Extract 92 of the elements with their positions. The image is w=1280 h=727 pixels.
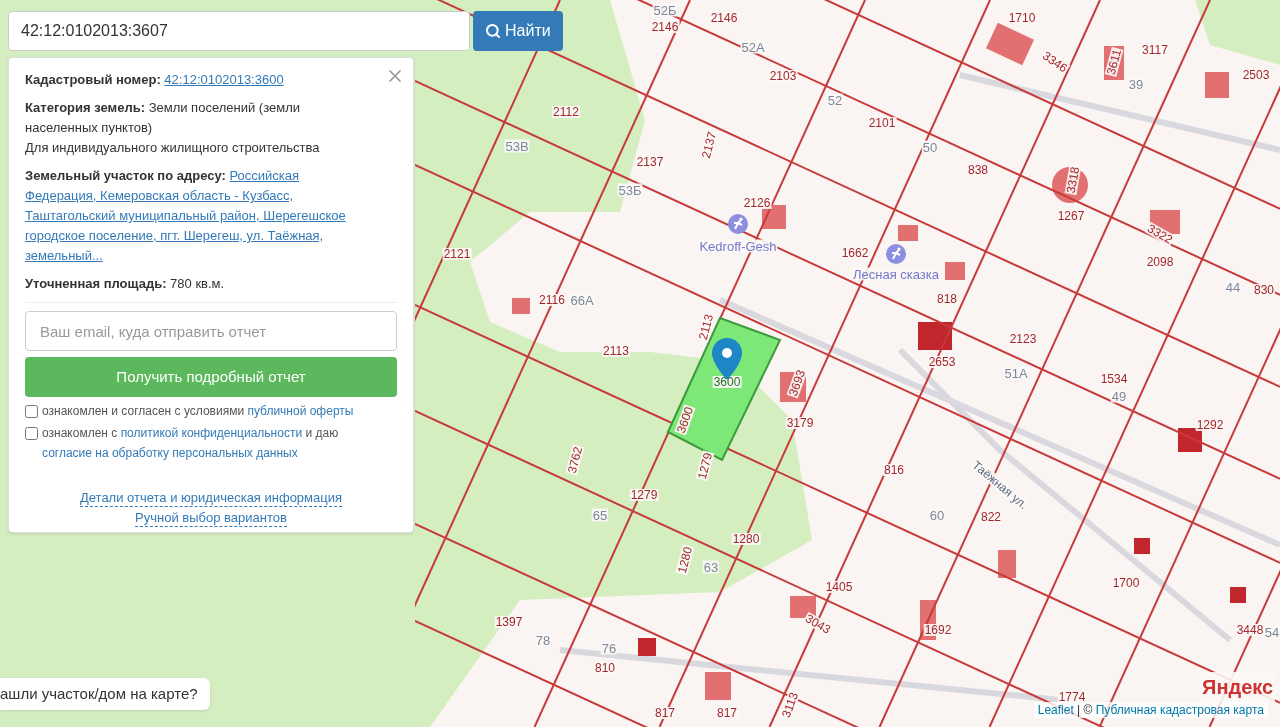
parcel-number: 838 [967,164,989,176]
building [1205,72,1229,98]
parcel-number: 2121 [442,248,472,260]
parcel-number: 2503 [1241,69,1271,81]
parcel-number: 830 [1253,284,1275,296]
house-number: 44 [1224,280,1242,294]
house-number: 51А [1003,366,1029,380]
parcel-number: 1267 [1056,210,1086,222]
house-number: 65 [591,508,609,522]
parcel-number: 2146 [650,21,680,33]
house-number: 50 [921,140,939,154]
attribution-link[interactable]: Публичная кадастровая карта [1095,703,1264,717]
building [998,550,1016,578]
parcel-number: 2146 [709,12,739,24]
attribution-text: | © [1076,703,1094,717]
info-field: Земельный участок по адресу: Российская Федерация, Кемеровская область - Кузбасс, Таштагольский муниципальный район, Шерегешское городское поселение, пгт. Шерегеш, ул. Таёжная, земельный... [25,166,397,266]
footer-link[interactable]: Детали отчета и юридическая информация [79,489,343,507]
parcel-number: 1700 [1111,577,1141,589]
info-field: Уточненная площадь: 780 кв.м. [25,274,397,294]
search-field[interactable]: 42:12:0102013:3607 [8,11,470,51]
parcel-number: 817 [654,707,676,719]
house-number: 60 [928,508,946,522]
building [898,225,918,241]
building [1230,587,1246,603]
person-icon [728,214,748,234]
parcel-number: 2112 [552,106,580,118]
parcel-number: 1279 [629,489,659,501]
building [512,298,530,314]
consent-checkbox[interactable] [25,405,38,418]
house-number: 63 [702,560,720,574]
person-icon [886,244,906,264]
parcel-number: 1774 [1057,691,1087,703]
house-number: 52Б [652,3,678,17]
house-number: 53В [504,139,530,153]
parcel-number: 817 [716,707,738,719]
consent-link[interactable]: публичной оферты [247,404,354,418]
building [1134,538,1150,554]
house-number: 54 [1263,625,1280,639]
parcel-number: 3600 [712,376,742,388]
parcel-number: 3179 [785,417,815,429]
house-number: 78 [534,633,552,647]
consent-checkbox[interactable] [25,427,38,440]
consent-text: ознакомлен и согласен с условиями публичной оферты [42,403,354,420]
parcel-number: 2116 [538,294,566,306]
parcel-number: 1280 [731,533,761,545]
parcel-number: 3117 [1141,44,1169,56]
parcel-number: 2137 [635,156,665,168]
parcel-number: 1534 [1099,373,1129,385]
parcel-number: 2123 [1008,333,1038,345]
search-button[interactable]: Найти [473,11,563,51]
house-number: 52А [740,40,766,54]
attribution-link[interactable]: Leaflet [1037,703,1074,717]
parcel-number: 818 [936,293,958,305]
parcel-number: 816 [883,464,905,476]
parcel-number: 2103 [768,70,798,82]
building [918,322,952,350]
parcel-number: 1405 [824,581,854,593]
search-icon [485,23,501,39]
building [705,672,731,700]
parcel-number: 2126 [742,197,772,209]
parcel-number: 1292 [1195,419,1225,431]
house-number: 52 [826,93,844,107]
house-number: 66А [569,293,595,307]
parcel-number: 2101 [867,117,897,129]
parcel-number: 1397 [494,616,524,628]
land-use-text: Для индивидуального жилищного строительства [25,139,321,157]
building [945,262,965,280]
house-number: 53Б [617,183,643,197]
place-name: Kedroff-Gesh [698,239,778,253]
parcel-number: 810 [594,662,616,674]
info-field: Кадастровый номер: 42:12:0102013:3600 [25,70,397,90]
parcel-number: 2653 [927,356,957,368]
parcel-number: 822 [980,511,1002,523]
parcel-number: 3448 [1235,624,1265,636]
info-field: Категория земель: Земли поселений (земли населенных пунктов) [25,98,397,138]
get-report-button[interactable]: Получить подробный отчет [25,357,397,397]
consent-text: ознакомлен с политикой конфиденциальности и даю согласие на обработку персональных данных [42,425,340,462]
map-logo: Яндекс [1200,672,1276,702]
parcel-number: 1662 [840,247,870,259]
footer-link[interactable]: Ручной выбор вариантов [135,509,287,527]
parcel-number: 1692 [923,624,953,636]
house-number: 49 [1110,389,1128,403]
house-number: 39 [1127,77,1145,91]
help-button[interactable]: ашли участок/дом на карте? [0,678,210,710]
building [638,638,656,656]
parcel-number: 2098 [1145,256,1175,268]
house-number: 76 [600,641,618,655]
parcel-number: 1710 [1007,12,1037,24]
consent-link[interactable]: политикой конфиденциальности [120,426,303,440]
email-field[interactable]: Ваш email, куда отправить отчет [25,311,397,351]
consent-link[interactable]: согласие на обработку персональных данных [42,446,298,460]
parcel-number: 2113 [602,345,630,357]
